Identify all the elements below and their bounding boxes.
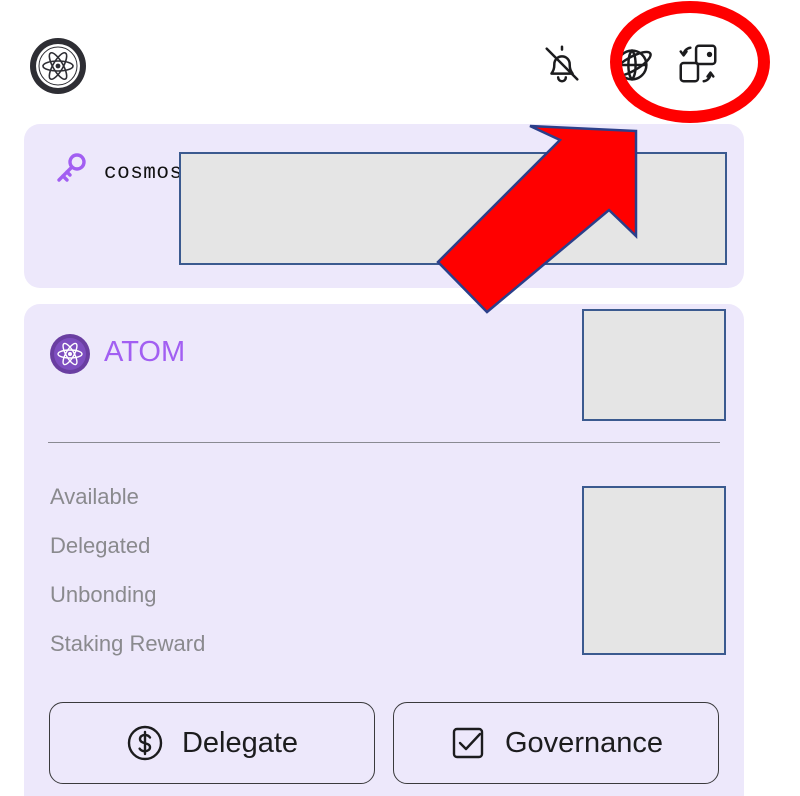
governance-button[interactable]: Governance — [393, 702, 719, 784]
unbonding-label: Unbonding — [50, 582, 157, 607]
available-label: Available — [50, 484, 139, 509]
staking-reward-label: Staking Reward — [50, 631, 206, 656]
wallet-switch-icon[interactable] — [672, 38, 724, 90]
asset-card: ATOM Available Delegated Unbonding Staki… — [24, 304, 744, 796]
dollar-circle-icon — [127, 725, 163, 761]
top-bar — [0, 0, 800, 120]
governance-label: Governance — [505, 726, 663, 759]
redacted-address — [179, 152, 727, 265]
bell-slash-icon[interactable] — [536, 38, 588, 90]
redacted-asset-value — [582, 309, 726, 421]
asset-symbol: ATOM — [104, 336, 186, 368]
atom-coin-icon — [50, 334, 90, 374]
cosmos-logo-icon — [28, 36, 88, 96]
globe-icon[interactable] — [606, 38, 658, 90]
redacted-balances — [582, 486, 726, 655]
delegate-button[interactable]: Delegate — [49, 702, 375, 784]
address-card: cosmos — [24, 124, 744, 288]
delegated-label: Delegated — [50, 533, 151, 558]
key-icon — [54, 152, 88, 186]
checkbox-icon — [452, 727, 484, 759]
wallet-address[interactable]: cosmos — [104, 162, 183, 185]
divider — [48, 442, 720, 443]
delegate-label: Delegate — [181, 726, 299, 759]
